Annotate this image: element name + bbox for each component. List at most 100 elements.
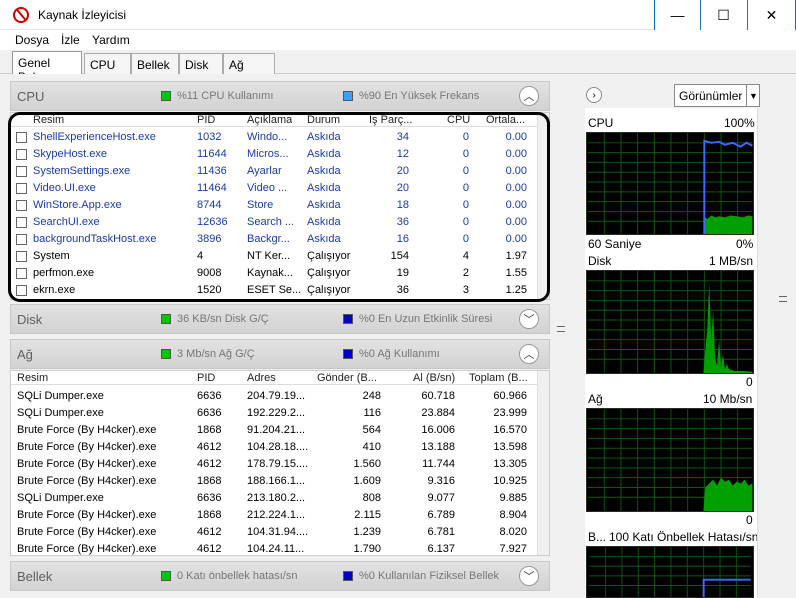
disk-section-header[interactable]: Disk 36 KB/sn Disk G/Ç %0 En Uzun Etkinl… <box>10 304 550 334</box>
menu-bar: Dosya İzle Yardım <box>0 30 796 50</box>
col-image[interactable]: Resim <box>17 372 48 384</box>
row-checkbox[interactable] <box>16 285 27 296</box>
table-cell: ShellExperienceHost.exe <box>33 131 156 143</box>
resize-grip-icon <box>779 296 787 302</box>
table-cell: Brute Force (By H4cker).exe <box>17 441 157 453</box>
table-row[interactable]: ShellExperienceHost.exe 1032 Windo... Askıd… <box>11 129 539 146</box>
table-row[interactable]: SearchUI.exe 12636 Search ... Askıda 36 0 0.00 <box>11 214 539 231</box>
table-row[interactable]: backgroundTaskHost.exe 3896 Backgr... Askıd… <box>11 231 539 248</box>
chevron-up-icon[interactable]: ︿ <box>519 86 539 106</box>
tab-disk[interactable]: Disk <box>179 53 223 74</box>
table-cell: Ayarlar <box>247 165 282 177</box>
table-cell: 20 <box>396 182 409 194</box>
chevron-up-icon[interactable]: ︿ <box>519 344 539 364</box>
network-section-header[interactable]: Ağ 3 Mb/sn Ağ G/Ç %0 Ağ Kullanımı ︿ <box>10 339 550 369</box>
tab-network[interactable]: Ağ <box>223 53 275 74</box>
table-cell: SkypeHost.exe <box>33 148 107 160</box>
table-row[interactable]: SystemSettings.exe 11436 Ayarlar Askıda 20 0 0… <box>11 163 539 180</box>
cpu-table-scrollbar[interactable] <box>537 113 549 299</box>
chevron-down-icon[interactable]: ﹀ <box>519 566 539 586</box>
table-row[interactable]: Brute Force (By H4cker).exe 1868 91.204.21… <box>11 422 539 439</box>
row-checkbox[interactable] <box>16 268 27 279</box>
tab-memory[interactable]: Bellek <box>131 53 179 74</box>
table-cell: Askıda <box>307 233 341 245</box>
row-checkbox[interactable] <box>16 183 27 194</box>
col-send[interactable]: Gönder (B... <box>317 372 377 384</box>
maximize-button[interactable]: ☐ <box>700 0 746 30</box>
col-description[interactable]: Açıklama <box>247 114 292 126</box>
col-cpu[interactable]: CPU <box>447 114 470 126</box>
memory-section-header[interactable]: Bellek 0 Katı önbellek hatası/sn %0 Kull… <box>10 561 550 591</box>
table-cell: 808 <box>362 492 381 504</box>
table-row[interactable]: Brute Force (By H4cker).exe 4612 178.79.15… <box>11 456 539 473</box>
menu-help[interactable]: Yardım <box>92 33 130 47</box>
graphs-scrollbar[interactable] <box>757 108 771 598</box>
table-row[interactable]: SQLi Dumper.exe 6636 192.229.2... 116 23.884… <box>11 405 539 422</box>
table-cell: 0 <box>462 233 469 245</box>
col-pid[interactable]: PID <box>197 372 215 384</box>
table-cell: 1.239 <box>353 526 381 538</box>
col-receive[interactable]: Al (B/sn) <box>413 372 455 384</box>
row-checkbox[interactable] <box>16 149 27 160</box>
row-checkbox[interactable] <box>16 234 27 245</box>
table-row[interactable]: SkypeHost.exe 11644 Micros... Askıda 12 0 0.00 <box>11 146 539 163</box>
col-status[interactable]: Durum <box>307 114 340 126</box>
table-row[interactable]: Brute Force (By H4cker).exe 4612 104.31.94… <box>11 524 539 541</box>
col-average[interactable]: Ortala... <box>486 114 525 126</box>
table-row[interactable]: Video.UI.exe 11464 Video ... Askıda 20 0 0.00 <box>11 180 539 197</box>
table-cell: Video ... <box>247 182 288 194</box>
network-section-title: Ağ <box>17 347 33 362</box>
disk-io-legend: 36 KB/sn Disk G/Ç <box>177 313 269 325</box>
col-threads[interactable]: İş Parç... <box>369 114 412 126</box>
table-row[interactable]: SQLi Dumper.exe 6636 204.79.19... 248 60.718… <box>11 388 539 405</box>
tab-overview[interactable]: Genel Bakış <box>12 51 82 84</box>
chevron-down-icon[interactable]: ﹀ <box>519 309 539 329</box>
table-cell: 20 <box>396 165 409 177</box>
table-cell: Kaynak... <box>247 267 293 279</box>
table-cell: Brute Force (By H4cker).exe <box>17 543 157 555</box>
chevron-right-icon[interactable]: › <box>586 87 602 103</box>
table-row[interactable]: ekrn.exe 1520 ESET Se... Çalışıyor 36 3 1.25 <box>11 282 539 299</box>
table-cell: 1520 <box>197 284 222 296</box>
table-cell: Brute Force (By H4cker).exe <box>17 509 157 521</box>
table-cell: 204.79.19... <box>247 390 306 402</box>
col-address[interactable]: Adres <box>247 372 276 384</box>
table-row[interactable]: WinStore.App.exe 8744 Store Askıda 18 0 0.00 <box>11 197 539 214</box>
row-checkbox[interactable] <box>16 217 27 228</box>
table-row[interactable]: System 4 NT Ker... Çalışıyor 154 4 1.97 <box>11 248 539 265</box>
table-row[interactable]: Brute Force (By H4cker).exe 4612 104.28.18… <box>11 439 539 456</box>
col-total[interactable]: Toplam (B... <box>469 372 528 384</box>
menu-file[interactable]: Dosya <box>15 33 49 47</box>
table-cell: 91.204.21... <box>247 424 306 436</box>
col-pid[interactable]: PID <box>197 114 215 126</box>
table-row[interactable]: SQLi Dumper.exe 6636 213.180.2... 808 9.077 9… <box>11 490 539 507</box>
table-row[interactable]: Brute Force (By H4cker).exe 1868 188.166.1… <box>11 473 539 490</box>
menu-view[interactable]: İzle <box>61 33 80 47</box>
table-row[interactable]: perfmon.exe 9008 Kaynak... Çalışıyor 19 2 1.55 <box>11 265 539 282</box>
table-cell: Brute Force (By H4cker).exe <box>17 458 157 470</box>
cpu-graph-max: 100% <box>724 116 755 130</box>
table-cell: 2 <box>462 267 469 279</box>
table-row[interactable]: Brute Force (By H4cker).exe 1868 212.224.1… <box>11 507 539 524</box>
table-cell: Çalışıyor <box>307 284 351 296</box>
col-image[interactable]: Resim <box>33 114 64 126</box>
pane-splitter[interactable] <box>552 74 570 598</box>
close-button[interactable]: ✕ <box>747 0 796 30</box>
dropdown-arrow-icon[interactable]: ▼ <box>746 84 760 107</box>
row-checkbox[interactable] <box>16 132 27 143</box>
minimize-button[interactable]: — <box>654 0 700 30</box>
disk-active-legend: %0 En Uzun Etkinlik Süresi <box>359 313 493 325</box>
network-table-scrollbar[interactable] <box>537 371 549 555</box>
table-cell: Askıda <box>307 131 341 143</box>
cpu-section-header[interactable]: CPU %11 CPU Kullanımı %90 En Yüksek Frek… <box>10 81 550 111</box>
row-checkbox[interactable] <box>16 200 27 211</box>
cpu-process-table: Resim PID Açıklama Durum İş Parç... CPU … <box>10 112 550 300</box>
table-cell: 1868 <box>197 509 222 521</box>
table-row[interactable]: Brute Force (By H4cker).exe 4612 104.24.11… <box>11 541 539 555</box>
row-checkbox[interactable] <box>16 251 27 262</box>
disk-graph-min: 0 <box>746 375 753 389</box>
row-checkbox[interactable] <box>16 166 27 177</box>
tab-cpu[interactable]: CPU <box>84 53 131 74</box>
table-cell: ESET Se... <box>247 284 302 296</box>
network-graph-max: 10 Mb/sn <box>703 392 753 406</box>
